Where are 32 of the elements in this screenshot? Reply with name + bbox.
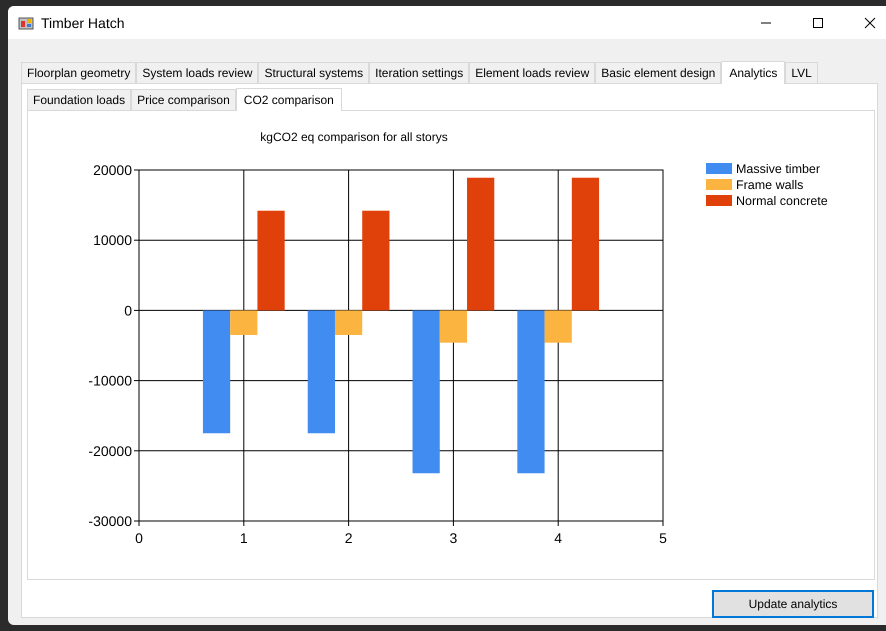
x-tick-label: 4 bbox=[554, 530, 562, 546]
tab[interactable]: Structural systems bbox=[258, 62, 370, 83]
tab[interactable]: Floorplan geometry bbox=[21, 62, 136, 83]
x-tick-label: 2 bbox=[344, 530, 352, 546]
tab[interactable]: CO2 comparison bbox=[236, 88, 342, 111]
maximize-icon[interactable] bbox=[812, 16, 824, 28]
legend-label: Frame walls bbox=[736, 178, 804, 192]
update-analytics-button[interactable]: Update analytics bbox=[712, 590, 874, 618]
tab[interactable]: System loads review bbox=[136, 62, 258, 83]
y-tick-label: 20000 bbox=[93, 162, 132, 178]
y-tick-label: 10000 bbox=[93, 232, 132, 248]
y-tick-label: -30000 bbox=[88, 513, 132, 529]
app-icon bbox=[18, 14, 34, 30]
tab[interactable]: Element loads review bbox=[469, 62, 596, 83]
tab[interactable]: Foundation loads bbox=[27, 89, 132, 110]
x-tick-label: 5 bbox=[659, 530, 667, 546]
y-tick-label: 0 bbox=[124, 302, 132, 318]
legend-label: Normal concrete bbox=[736, 194, 828, 208]
legend-label: Massive timber bbox=[736, 162, 820, 176]
tab[interactable]: Analytics bbox=[721, 61, 786, 84]
tab[interactable]: Iteration settings bbox=[369, 62, 470, 83]
y-tick-label: -10000 bbox=[88, 372, 132, 389]
x-tick-label: 1 bbox=[240, 530, 248, 546]
tab[interactable]: Basic element design bbox=[595, 62, 722, 83]
tab[interactable]: LVL bbox=[785, 62, 818, 83]
chart-title: kgCO2 eq comparison for all storys bbox=[260, 130, 448, 144]
window-title: Timber Hatch bbox=[41, 14, 125, 30]
close-icon[interactable] bbox=[864, 16, 876, 28]
y-tick-label: -20000 bbox=[88, 442, 132, 459]
x-tick-label: 0 bbox=[135, 530, 143, 546]
tab[interactable]: Price comparison bbox=[131, 89, 236, 110]
x-tick-label: 3 bbox=[450, 530, 458, 546]
